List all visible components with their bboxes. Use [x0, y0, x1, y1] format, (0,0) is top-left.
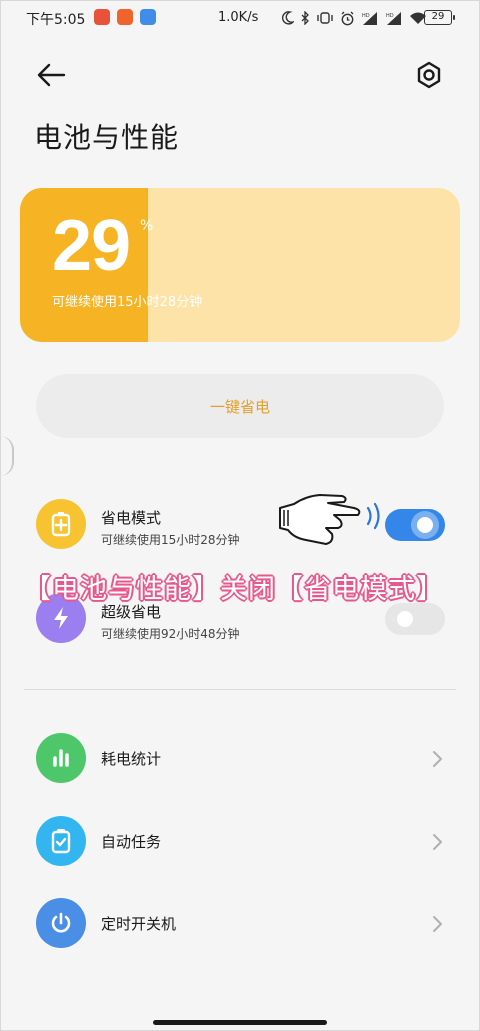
bluetooth-icon	[301, 11, 309, 25]
chevron-right-icon	[433, 916, 442, 932]
battery-percent-unit: %	[140, 218, 154, 234]
battery-indicator: 29	[424, 10, 455, 25]
vibrate-icon	[317, 12, 333, 24]
menu-item-label: 自动任务	[101, 833, 162, 851]
svg-text:HD: HD	[362, 13, 370, 19]
clipboard-check-icon	[36, 816, 86, 866]
bar-chart-icon	[36, 733, 86, 783]
battery-remaining-time: 可继续使用15小时28分钟	[52, 295, 203, 310]
power-save-mode-toggle[interactable]	[385, 509, 445, 541]
menu-item-auto-tasks[interactable]: 自动任务	[0, 806, 480, 876]
battery-plus-icon	[36, 499, 86, 549]
tutorial-caption: 【电池与性能】关闭【省电模式】	[24, 574, 444, 605]
signal-hd-icon: HD	[386, 11, 401, 25]
toggle-knob	[411, 511, 439, 539]
alarm-icon	[341, 11, 354, 25]
ultra-power-save-toggle[interactable]	[385, 603, 445, 635]
menu-item-label: 耗电统计	[101, 750, 162, 768]
settings-button[interactable]	[412, 58, 446, 92]
battery-percent: 29	[52, 206, 131, 286]
chevron-right-icon	[433, 751, 442, 767]
battery-level-card[interactable]: 29 % 可继续使用15小时28分钟	[20, 188, 460, 342]
status-time: 下午5:05	[26, 12, 86, 28]
status-icons: HD HD	[282, 8, 427, 28]
edge-gesture-handle	[0, 436, 14, 476]
back-button[interactable]	[34, 58, 70, 92]
gear-icon	[417, 61, 441, 89]
notification-app-icon	[94, 9, 110, 25]
menu-item-scheduled-power[interactable]: 定时开关机	[0, 888, 480, 958]
one-key-power-save-button[interactable]: 一键省电	[36, 374, 444, 438]
section-divider	[24, 689, 456, 690]
svg-text:HD: HD	[386, 13, 394, 19]
network-speed: 1.0K/s	[218, 10, 259, 25]
moon-icon	[282, 11, 294, 25]
mode-subtitle: 可继续使用92小时48分钟	[101, 627, 240, 641]
signal-hd-icon: HD	[362, 11, 377, 25]
back-arrow-icon	[37, 63, 66, 87]
status-bar: 下午5:05 1.0K/s HD HD 29	[0, 0, 480, 36]
mode-subtitle: 可继续使用15小时28分钟	[101, 533, 240, 547]
chevron-right-icon	[433, 834, 442, 850]
notification-app-icon	[117, 9, 133, 25]
pointing-hand-icon	[279, 494, 380, 545]
notification-app-icon	[140, 9, 156, 25]
power-icon	[36, 898, 86, 948]
page-title: 电池与性能	[34, 121, 180, 154]
home-indicator[interactable]	[153, 1020, 327, 1025]
mode-title: 省电模式	[101, 509, 162, 527]
power-save-mode-row[interactable]: 省电模式 可继续使用15小时28分钟	[0, 489, 480, 559]
menu-item-power-usage[interactable]: 耗电统计	[0, 723, 480, 793]
menu-item-label: 定时开关机	[101, 915, 177, 933]
toggle-knob	[397, 611, 413, 627]
